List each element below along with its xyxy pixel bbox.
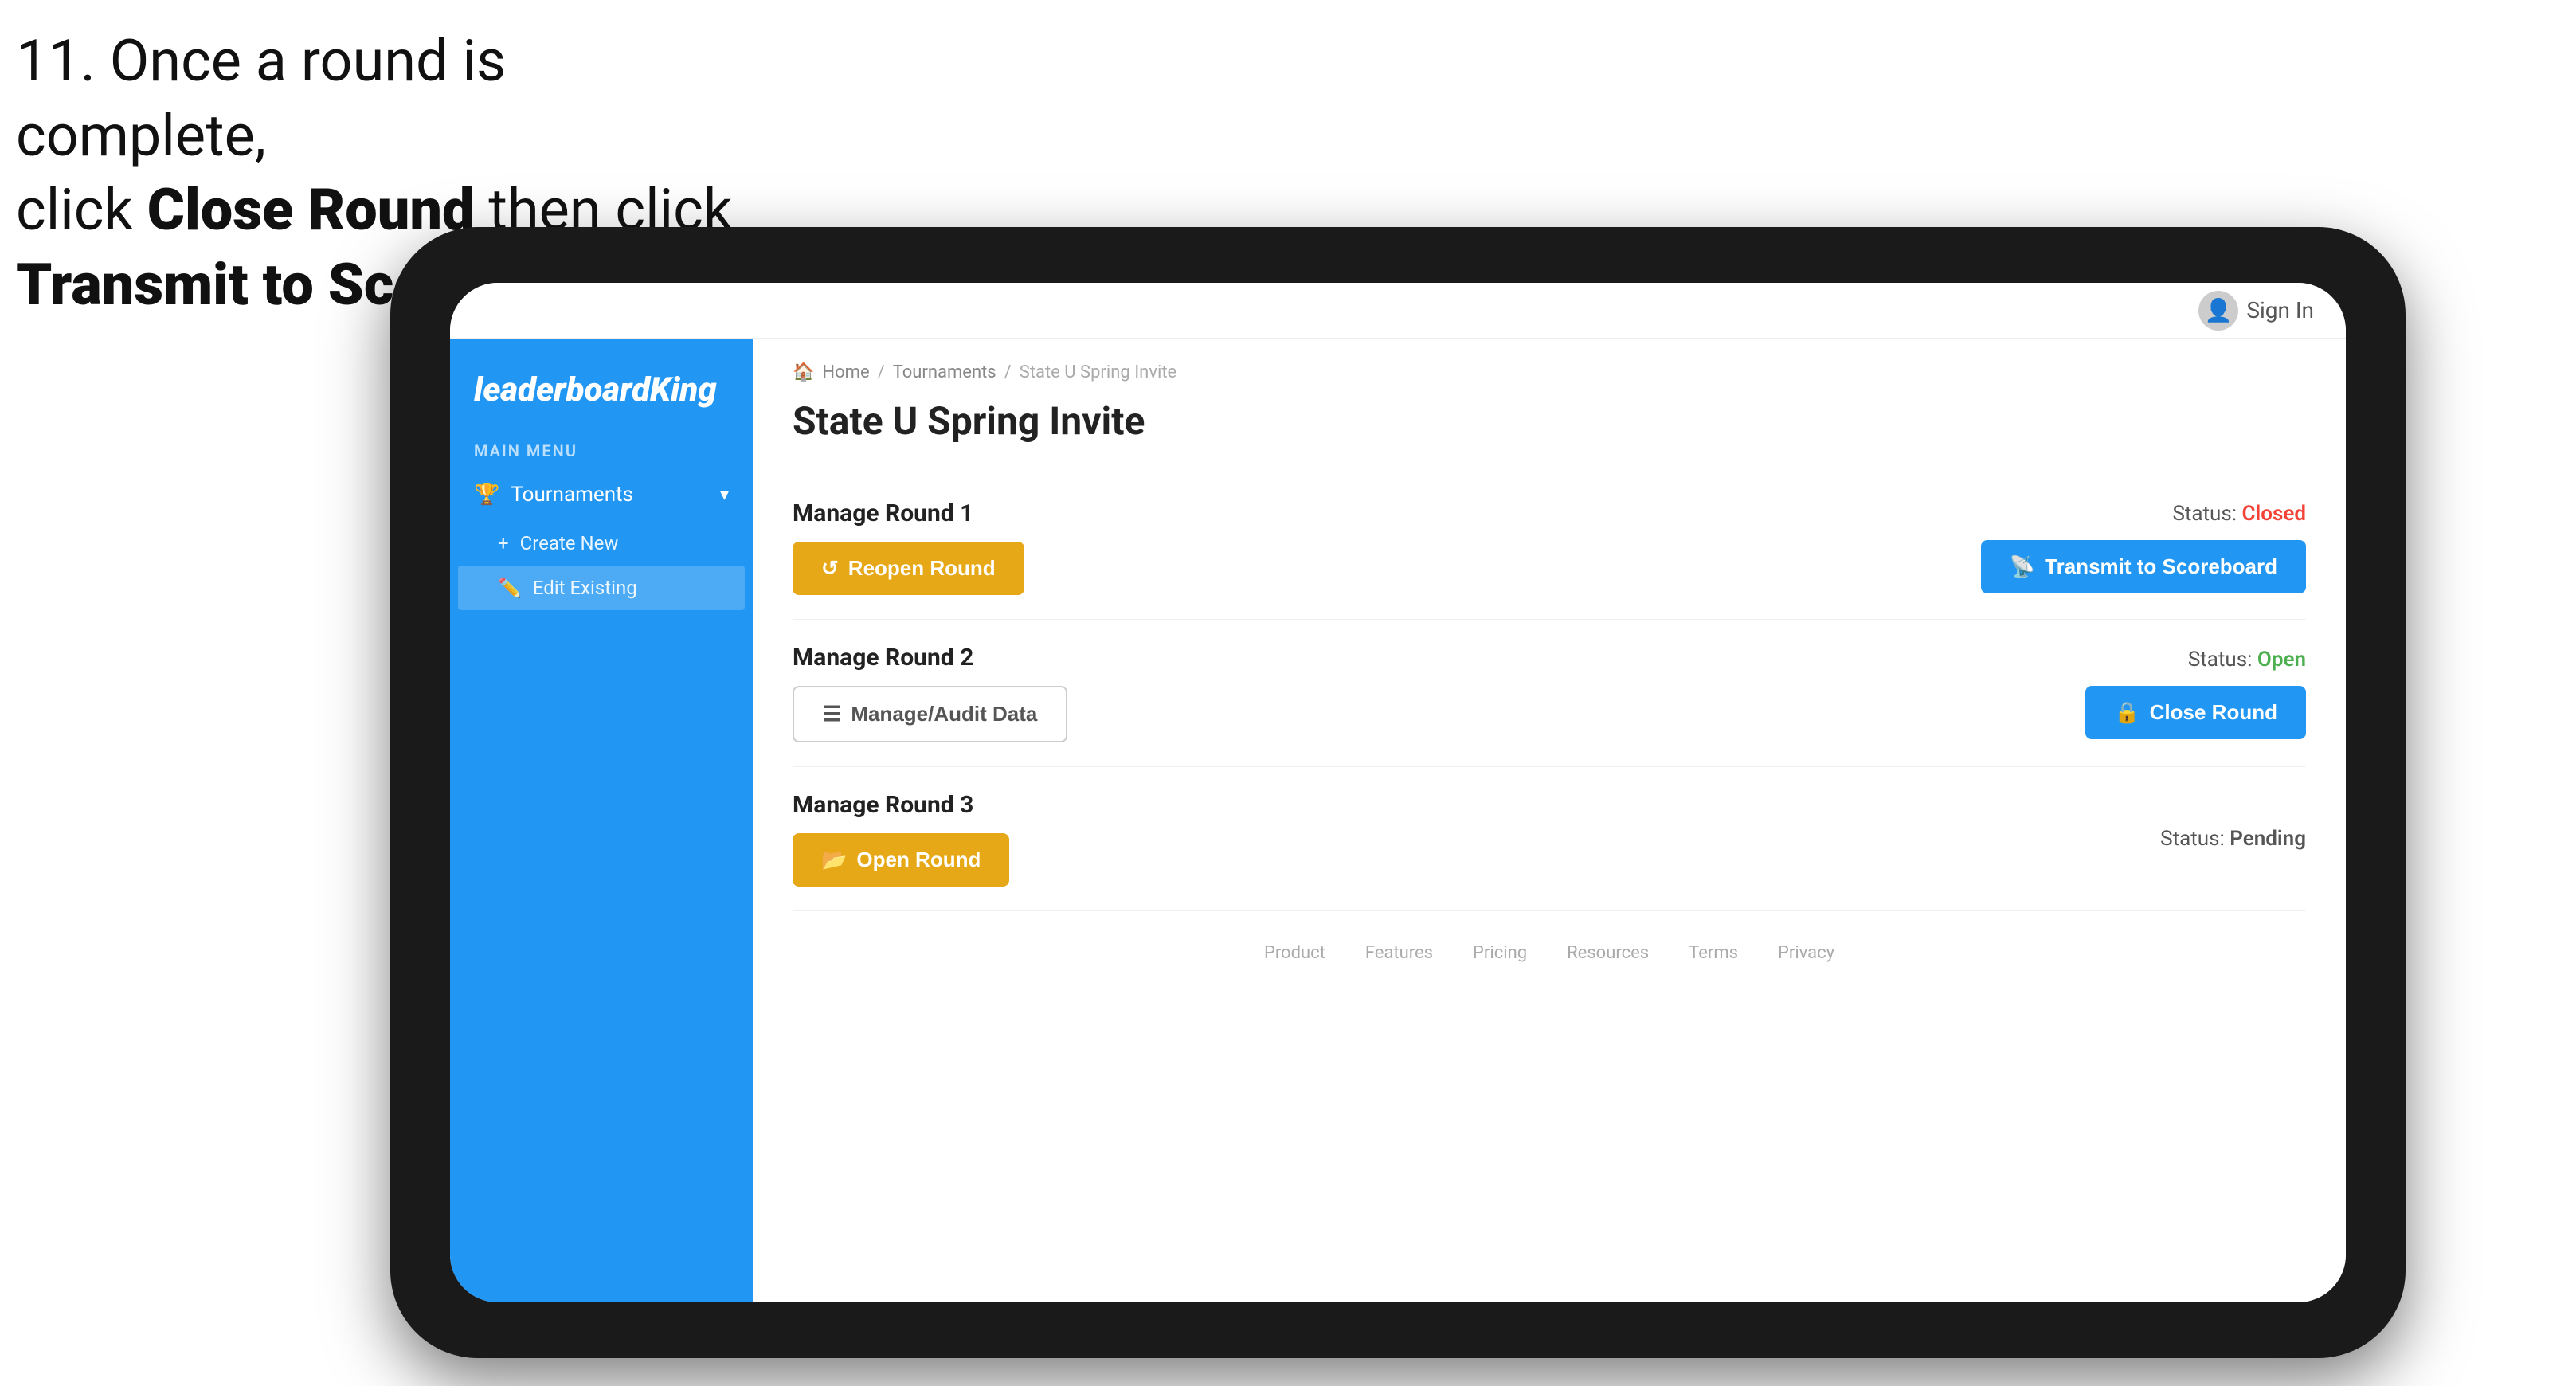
round-section-1: Manage Round 1 ↺ Reopen Round Status: Cl…: [793, 476, 2306, 620]
transmit-label: Transmit to Scoreboard: [2045, 554, 2277, 579]
manage-audit-button[interactable]: ☰ Manage/Audit Data: [793, 686, 1067, 742]
round-section-2: Manage Round 2 ☰ Manage/Audit Data Statu…: [793, 620, 2306, 767]
open-round-button[interactable]: 📂 Open Round: [793, 833, 1009, 887]
round-section-3: Manage Round 3 📂 Open Round Status: Pend…: [793, 767, 2306, 911]
reopen-round-label: Reopen Round: [848, 556, 996, 581]
open-icon: 📂: [821, 848, 847, 872]
sign-in-area[interactable]: 👤 Sign In: [2198, 291, 2314, 331]
footer-resources[interactable]: Resources: [1567, 943, 1649, 963]
logo: leaderboardKing: [474, 370, 729, 409]
breadcrumb-sep2: /: [1004, 362, 1012, 382]
reopen-round-button[interactable]: ↺ Reopen Round: [793, 542, 1024, 595]
audit-icon: ☰: [823, 702, 841, 726]
breadcrumb-sep1: /: [878, 362, 885, 382]
footer-pricing[interactable]: Pricing: [1473, 943, 1527, 963]
avatar-icon: 👤: [2198, 291, 2238, 331]
footer-terms[interactable]: Terms: [1689, 943, 1738, 963]
manage-audit-label: Manage/Audit Data: [851, 702, 1037, 726]
reopen-icon: ↺: [821, 556, 839, 581]
instruction-line1: 11. Once a round is complete,: [16, 27, 506, 170]
sidebar-sub-item-create-new[interactable]: + Create New: [450, 521, 753, 566]
footer-product[interactable]: Product: [1264, 943, 1325, 963]
tournaments-label: Tournaments: [511, 483, 633, 507]
edit-icon: ✏️: [498, 577, 522, 599]
home-icon: 🏠: [793, 362, 814, 382]
close-round-button[interactable]: 🔒 Close Round: [2085, 686, 2306, 739]
sidebar: leaderboardKing MAIN MENU 🏆 Tournaments …: [450, 339, 753, 1302]
breadcrumb-tournaments[interactable]: Tournaments: [893, 362, 996, 382]
breadcrumb: 🏠 Home / Tournaments / State U Spring In…: [793, 362, 2306, 382]
lock-icon: 🔒: [2114, 700, 2139, 725]
tablet-shell: 👤 Sign In leaderboardKing MAIN MENU 🏆: [390, 227, 2406, 1358]
round-1-status: Status: Closed: [2172, 502, 2306, 526]
close-round-label: Close Round: [2150, 700, 2277, 725]
page-title: State U Spring Invite: [793, 398, 2306, 444]
sidebar-item-tournaments[interactable]: 🏆 Tournaments ▾: [450, 468, 753, 521]
trophy-icon: 🏆: [474, 483, 499, 507]
main-menu-label: MAIN MENU: [450, 433, 753, 468]
open-round-label: Open Round: [856, 848, 981, 872]
footer-features[interactable]: Features: [1365, 943, 1433, 963]
footer-privacy[interactable]: Privacy: [1778, 943, 1834, 963]
app-body: leaderboardKing MAIN MENU 🏆 Tournaments …: [450, 339, 2346, 1302]
logo-area: leaderboardKing: [450, 354, 753, 433]
round-2-title: Manage Round 2: [793, 644, 1067, 671]
round-2-status-value: Open: [2257, 648, 2306, 671]
sign-in-label[interactable]: Sign In: [2246, 297, 2314, 323]
round-1-status-value: Closed: [2242, 502, 2306, 526]
transmit-icon: 📡: [2010, 554, 2035, 579]
top-bar: 👤 Sign In: [450, 283, 2346, 339]
create-new-label: Create New: [520, 532, 619, 554]
round-1-title: Manage Round 1: [793, 499, 1024, 527]
main-content: 🏠 Home / Tournaments / State U Spring In…: [753, 339, 2346, 1302]
edit-existing-label: Edit Existing: [533, 577, 637, 599]
chevron-down-icon: ▾: [720, 485, 729, 505]
round-2-status: Status: Open: [2188, 648, 2306, 671]
plus-icon: +: [498, 532, 509, 554]
content-footer: Product Features Pricing Resources Terms…: [793, 911, 2306, 979]
breadcrumb-current: State U Spring Invite: [1020, 362, 1176, 382]
breadcrumb-home[interactable]: Home: [822, 362, 869, 382]
tablet-screen: 👤 Sign In leaderboardKing MAIN MENU 🏆: [450, 283, 2346, 1302]
round-3-status: Status: Pending: [2160, 827, 2306, 851]
round-3-title: Manage Round 3: [793, 791, 1009, 819]
sidebar-sub-item-edit-existing[interactable]: ✏️ Edit Existing: [458, 566, 745, 610]
round-3-status-value: Pending: [2230, 827, 2306, 851]
transmit-to-scoreboard-button[interactable]: 📡 Transmit to Scoreboard: [1981, 540, 2306, 593]
